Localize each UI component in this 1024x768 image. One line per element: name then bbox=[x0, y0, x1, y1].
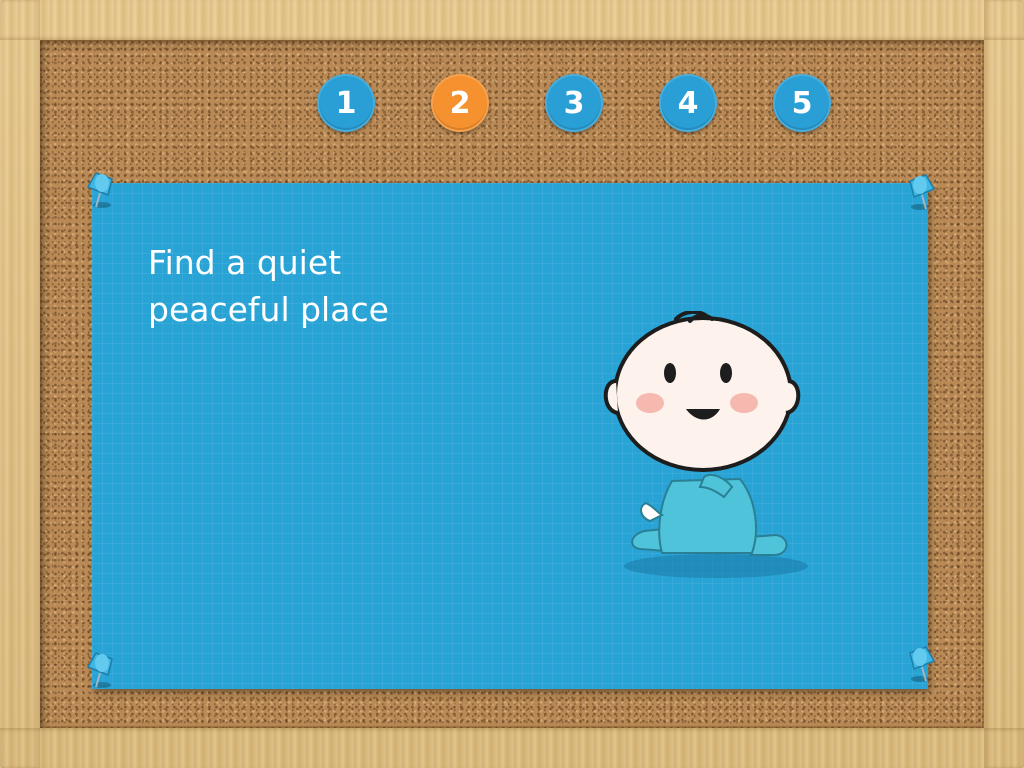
pushpin-icon bbox=[909, 174, 936, 210]
baby-shadow bbox=[624, 554, 808, 578]
instruction-text: Find a quiet peaceful place bbox=[148, 239, 528, 333]
step-button-3[interactable]: 3 bbox=[545, 74, 603, 132]
step-button-4[interactable]: 4 bbox=[659, 74, 717, 132]
pushpin-icon bbox=[909, 646, 936, 682]
baby-body bbox=[658, 477, 757, 554]
step-button-1[interactable]: 1 bbox=[317, 74, 375, 132]
baby-left-cheek bbox=[636, 393, 664, 413]
pushpin-icon bbox=[86, 172, 113, 208]
baby-left-ear bbox=[603, 379, 619, 415]
baby-right-eye bbox=[720, 363, 732, 383]
baby-right-ear bbox=[785, 379, 801, 415]
step-button-5[interactable]: 5 bbox=[773, 74, 831, 132]
baby-left-hand bbox=[640, 501, 665, 523]
baby-left-eye bbox=[664, 363, 676, 383]
instruction-card: Find a quiet peaceful place bbox=[86, 172, 936, 689]
baby-illustration bbox=[603, 311, 808, 578]
corkboard-frame: 1 2 3 4 5 Find a quiet peaceful place bbox=[0, 0, 1024, 768]
instruction-line-1: Find a quiet bbox=[148, 243, 342, 282]
step-navigation: 1 2 3 4 5 bbox=[317, 74, 831, 132]
baby-head bbox=[613, 316, 793, 472]
pushpin-icon bbox=[86, 652, 113, 688]
instruction-line-2: peaceful place bbox=[148, 290, 389, 329]
step-button-2[interactable]: 2 bbox=[431, 74, 489, 132]
baby-right-cheek bbox=[730, 393, 758, 413]
